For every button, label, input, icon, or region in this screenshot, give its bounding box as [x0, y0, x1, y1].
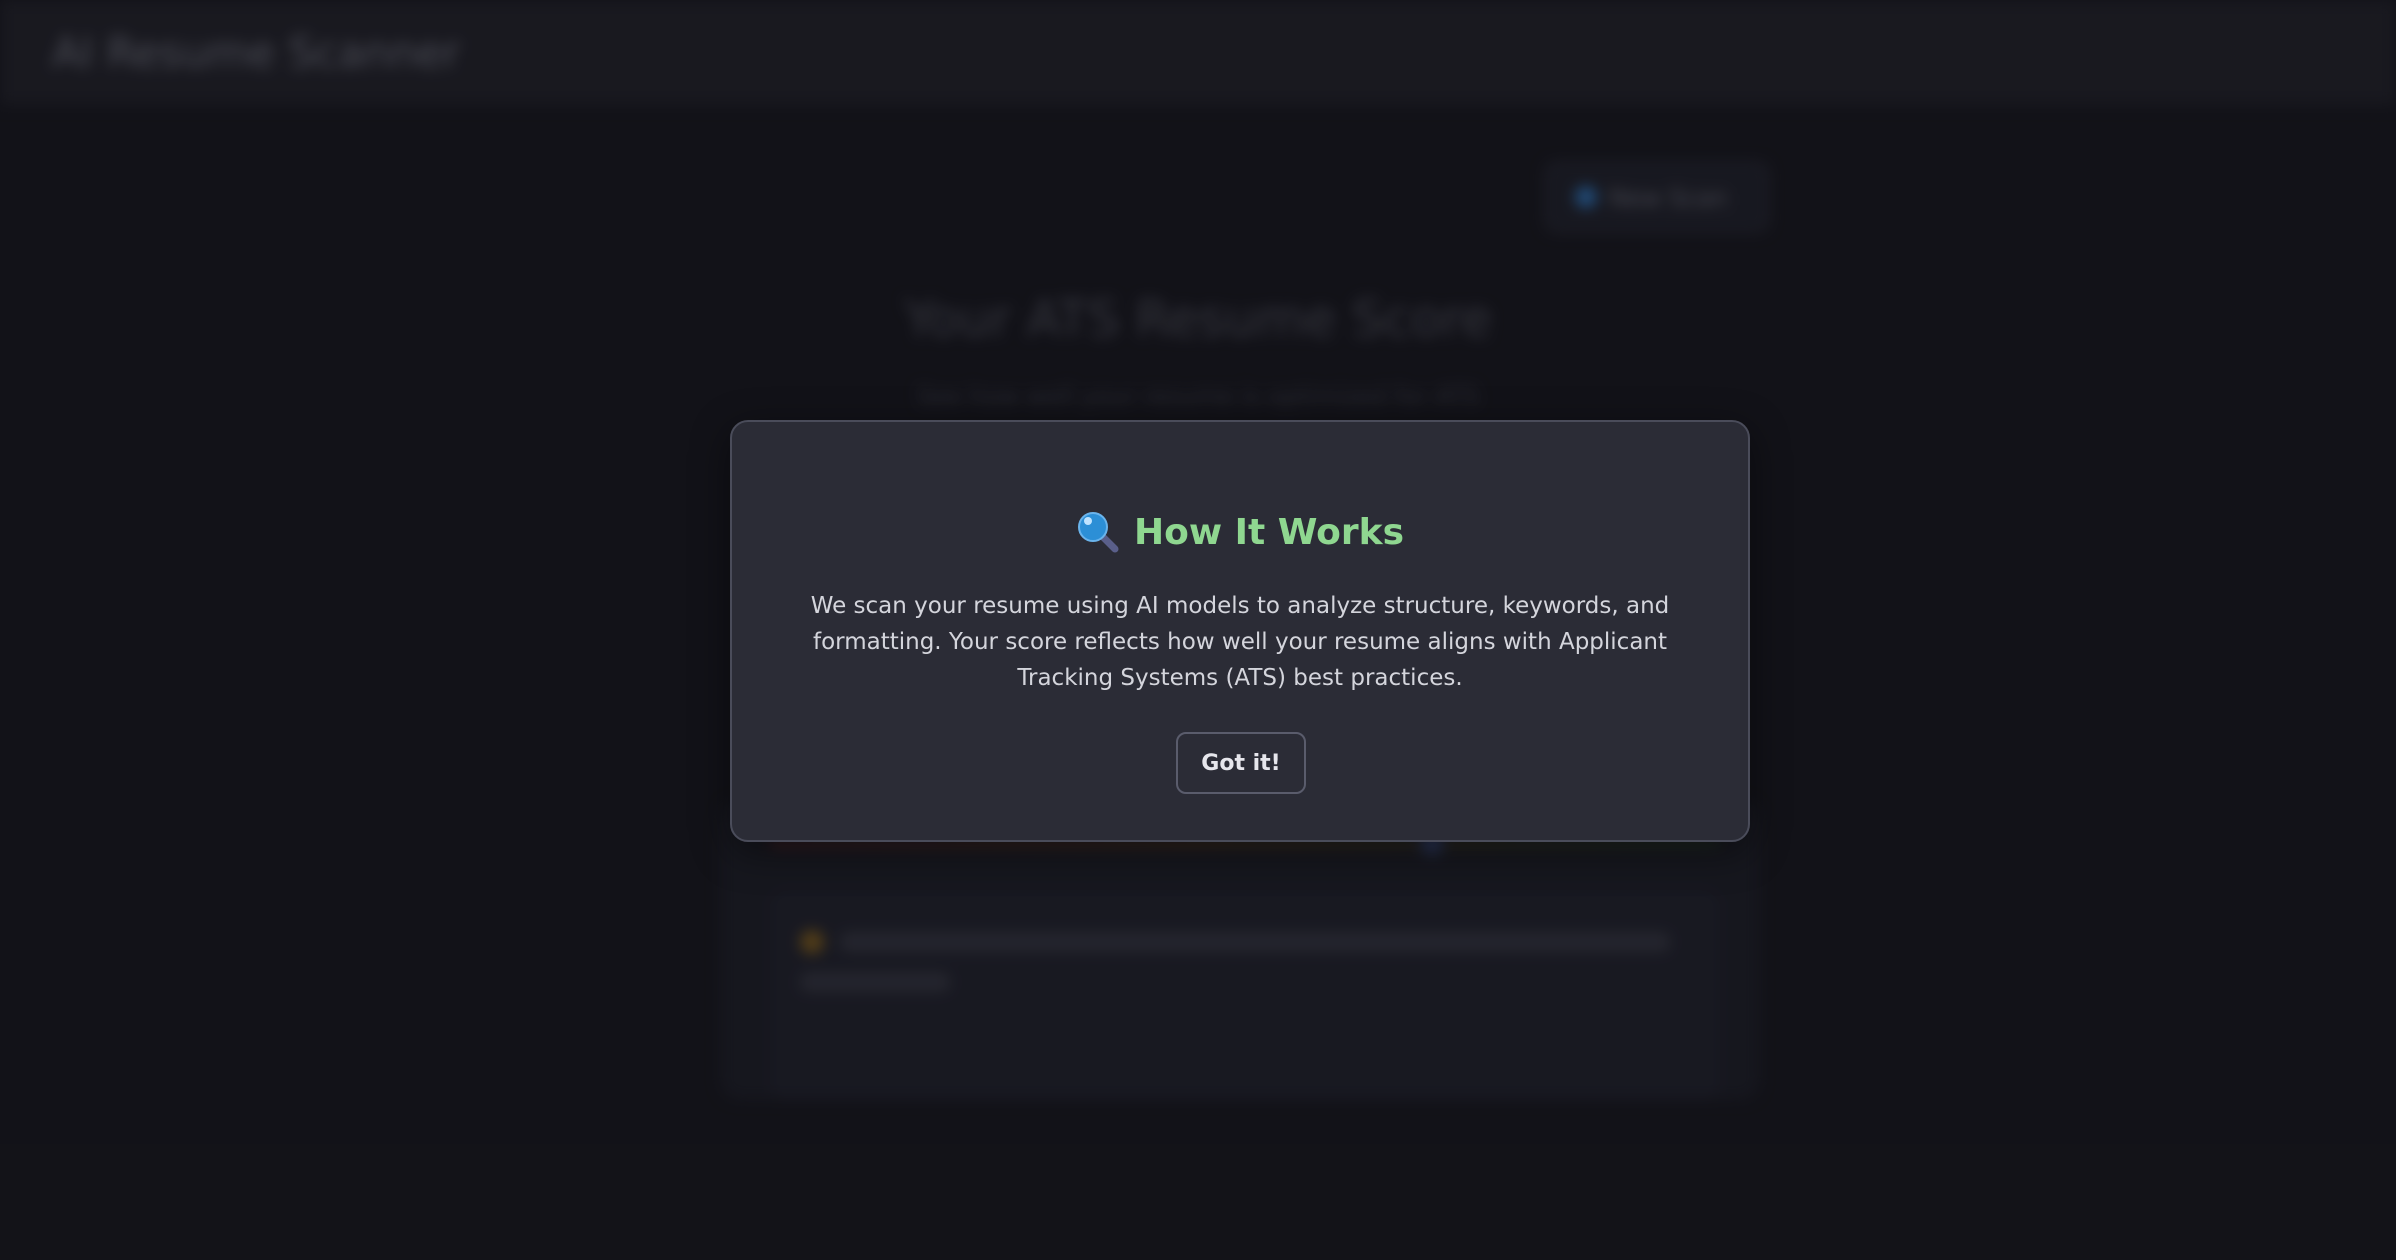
modal-title: How It Works — [732, 510, 1748, 554]
got-it-button[interactable]: Got it! — [1176, 732, 1306, 794]
magnifier-icon — [1076, 510, 1120, 554]
how-it-works-modal: How It Works We scan your resume using A… — [730, 420, 1750, 842]
modal-title-text: How It Works — [1133, 511, 1405, 553]
modal-description: We scan your resume using AI models to a… — [810, 593, 1670, 691]
page: AI Resume Scanner New Scan Your ATS Resu… — [0, 0, 2396, 1260]
